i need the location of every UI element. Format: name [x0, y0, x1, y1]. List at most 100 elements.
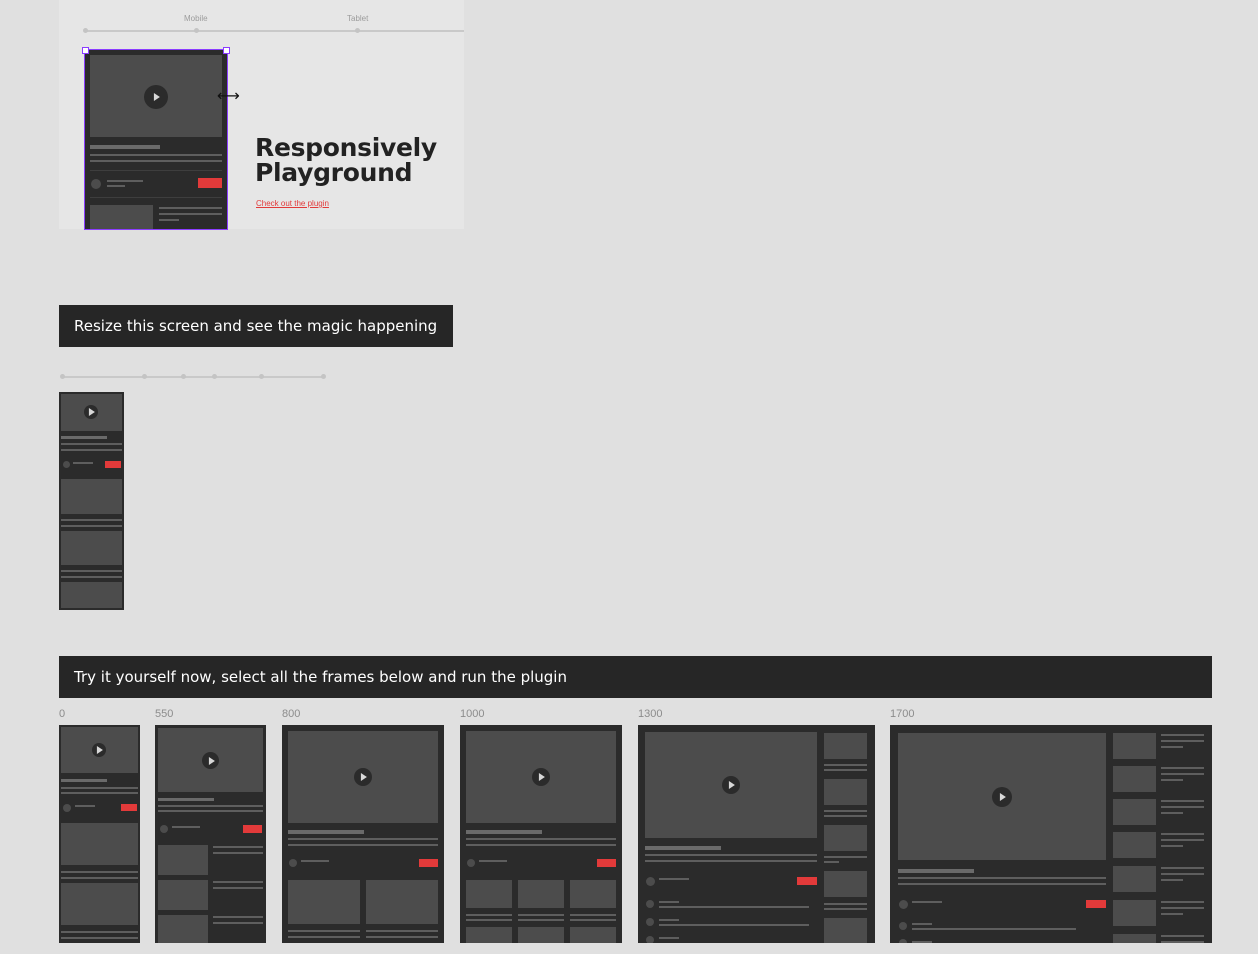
avatar [63, 461, 70, 468]
frame-1000[interactable] [460, 725, 622, 943]
text-line [213, 881, 263, 883]
text-line [1161, 913, 1183, 915]
text-line [158, 810, 263, 812]
breakpoint-dot[interactable] [181, 374, 186, 379]
breakpoint-track [62, 376, 325, 378]
text-line [1161, 867, 1204, 869]
banner-resize: Resize this screen and see the magic hap… [59, 305, 453, 347]
title-placeholder [898, 869, 974, 873]
text-line [1161, 773, 1204, 775]
frame-1700[interactable] [890, 725, 1212, 943]
text-line [61, 787, 138, 789]
subscribe-button[interactable] [597, 859, 616, 867]
text-line [1161, 907, 1204, 909]
selection-handle[interactable] [223, 47, 230, 54]
text-line [213, 916, 263, 918]
play-icon[interactable] [722, 776, 740, 794]
selection-handle[interactable] [82, 47, 89, 54]
breakpoint-label-tablet: Tablet [347, 14, 369, 23]
thumbnail-placeholder [61, 582, 122, 608]
text-line [1161, 879, 1183, 881]
text-line [912, 928, 1076, 930]
text-line [61, 525, 122, 527]
text-line [73, 462, 93, 464]
title-placeholder [288, 830, 364, 834]
text-line [824, 856, 867, 858]
thumbnail-placeholder [518, 927, 564, 943]
play-icon[interactable] [84, 405, 98, 419]
text-line [1161, 740, 1204, 742]
avatar [646, 918, 654, 926]
text-line [659, 919, 679, 921]
frame-0[interactable] [59, 725, 140, 943]
subscribe-button[interactable] [419, 859, 438, 867]
plugin-link[interactable]: Check out the plugin [256, 199, 329, 208]
play-icon[interactable] [92, 743, 106, 757]
subscribe-button[interactable] [105, 461, 121, 468]
breakpoint-dot[interactable] [142, 374, 147, 379]
text-line [158, 805, 263, 807]
text-line [1161, 901, 1204, 903]
text-line [1161, 806, 1204, 808]
thumbnail-placeholder [1113, 832, 1156, 858]
page-title-line-1: Responsively [255, 133, 437, 162]
preview-mobile-frame[interactable] [59, 392, 124, 610]
page-title: Responsively Playground [255, 135, 437, 185]
thumbnail-placeholder [824, 733, 867, 759]
text-line [659, 924, 809, 926]
frame-width-label: 0 [59, 708, 66, 720]
thumbnail-placeholder [1113, 799, 1156, 825]
subscribe-button[interactable] [243, 825, 262, 833]
play-icon[interactable] [992, 787, 1012, 807]
breakpoint-dot[interactable] [321, 374, 326, 379]
frame-550[interactable] [155, 725, 266, 943]
breakpoint-dot[interactable] [60, 374, 65, 379]
frame-width-label: 550 [155, 708, 174, 720]
text-line [288, 844, 438, 846]
text-line [61, 449, 122, 451]
breakpoint-dot[interactable] [83, 28, 88, 33]
text-line [61, 576, 122, 578]
text-line [824, 908, 867, 910]
text-line [213, 887, 263, 889]
breakpoint-dot[interactable] [194, 28, 199, 33]
thumbnail-placeholder [1113, 733, 1156, 759]
text-line [898, 877, 1106, 879]
text-line [213, 846, 263, 848]
text-line [898, 883, 1106, 885]
text-line [1161, 779, 1183, 781]
thumbnail-placeholder [570, 880, 616, 908]
play-icon[interactable] [532, 768, 550, 786]
text-line [1161, 734, 1204, 736]
subscribe-button[interactable] [797, 877, 817, 885]
subscribe-button[interactable] [121, 804, 137, 811]
thumbnail-placeholder [466, 880, 512, 908]
title-placeholder [645, 846, 721, 850]
text-line [366, 936, 438, 938]
text-line [1161, 833, 1204, 835]
text-line [570, 914, 616, 916]
title-placeholder [61, 779, 107, 782]
text-line [912, 923, 932, 925]
breakpoint-dot[interactable] [259, 374, 264, 379]
text-line [1161, 812, 1183, 814]
thumbnail-placeholder [1113, 866, 1156, 892]
text-line [824, 769, 867, 771]
frame-1300[interactable] [638, 725, 875, 943]
breakpoint-dot[interactable] [212, 374, 217, 379]
avatar [160, 825, 168, 833]
text-line [1161, 935, 1204, 937]
text-line [366, 930, 438, 932]
text-line [61, 931, 138, 933]
breakpoint-track [85, 30, 464, 32]
breakpoint-dot[interactable] [355, 28, 360, 33]
subscribe-button[interactable] [1086, 900, 1106, 908]
avatar [646, 936, 654, 943]
play-icon[interactable] [202, 752, 219, 769]
text-line [61, 792, 138, 794]
frame-800[interactable] [282, 725, 444, 943]
thumbnail-placeholder [61, 883, 138, 925]
play-icon[interactable] [354, 768, 372, 786]
breakpoint-label-mobile: Mobile [184, 14, 208, 23]
thumbnail-placeholder [158, 880, 208, 910]
